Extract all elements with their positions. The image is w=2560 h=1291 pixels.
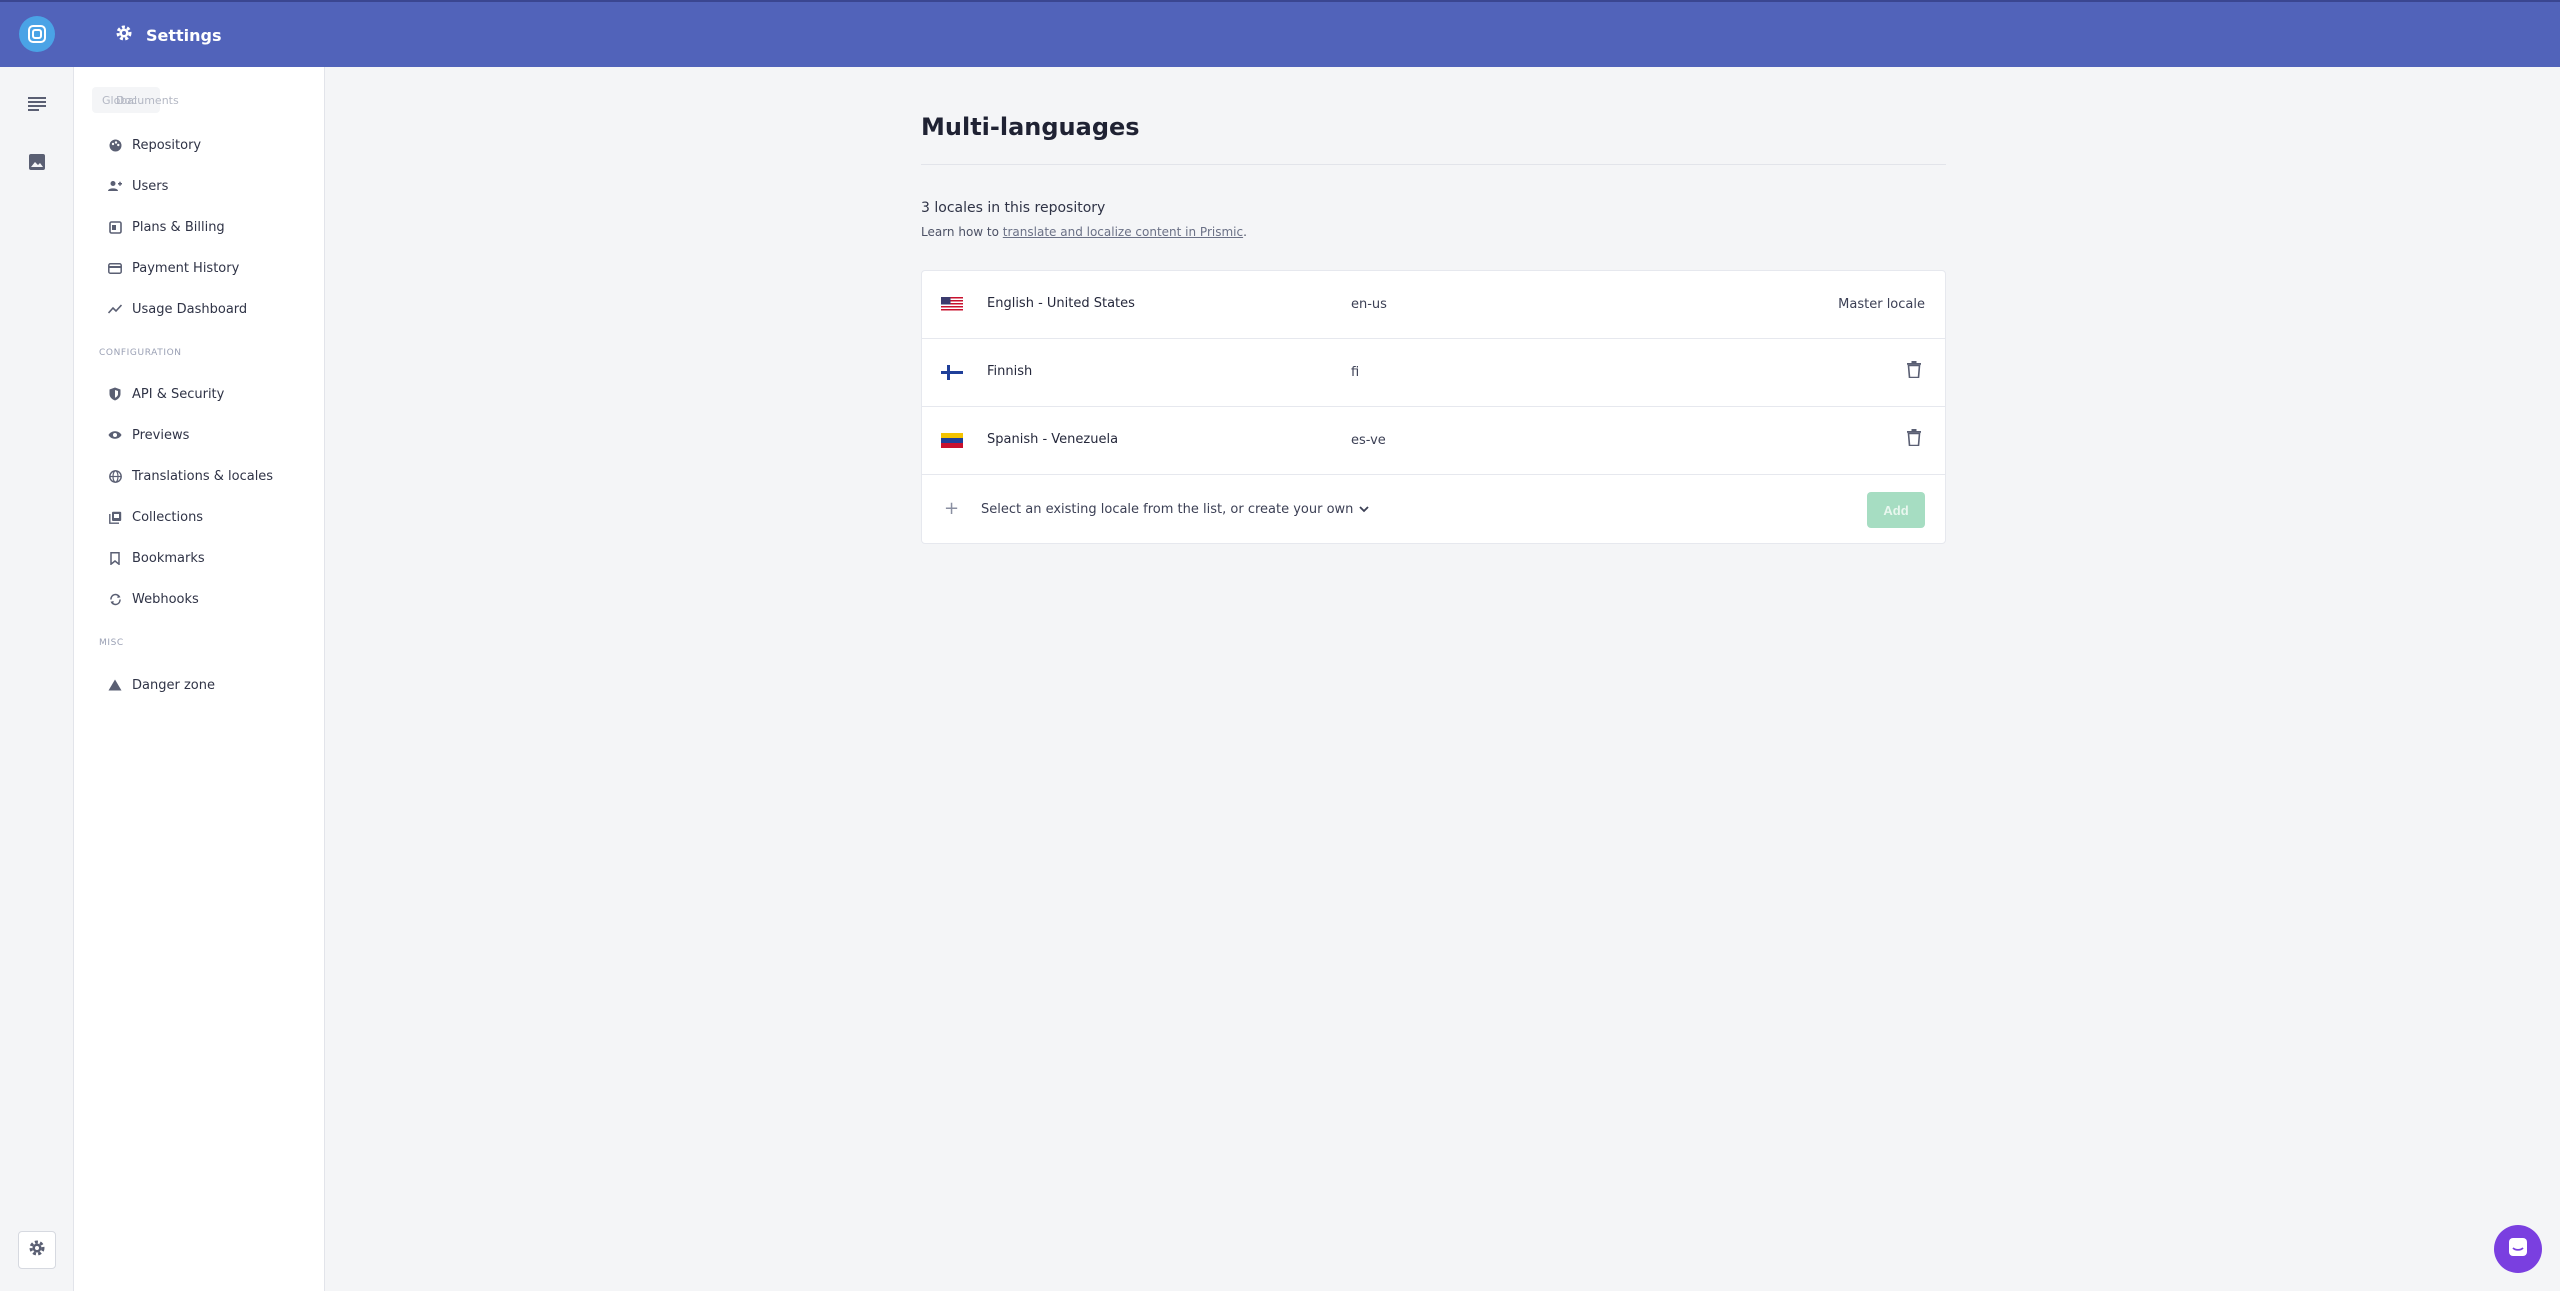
left-rail <box>0 67 74 1291</box>
plus-icon: + <box>944 498 960 519</box>
page-title: Multi-languages <box>921 113 1140 141</box>
gear-icon <box>114 23 134 47</box>
documents-tooltip: Global Documents <box>92 87 179 113</box>
learn-link[interactable]: translate and localize content in Prismi… <box>1003 225 1243 239</box>
sidebar-item-label: Webhooks <box>132 591 199 607</box>
warning-icon <box>108 678 122 692</box>
chevron-down-icon <box>1359 502 1370 517</box>
sidebar-item-label: Usage Dashboard <box>132 301 248 317</box>
sidebar-item-repository[interactable]: Repository <box>108 135 201 155</box>
sidebar-item-label: Users <box>132 178 169 194</box>
sidebar-item-label: Collections <box>132 509 204 525</box>
us-flag-icon <box>941 297 963 312</box>
collections-icon <box>108 510 122 524</box>
users-icon <box>108 179 122 193</box>
finland-flag-icon <box>941 365 963 380</box>
sidebar-item-danger-zone[interactable]: Danger zone <box>108 675 215 695</box>
locales-card: English - United States en-us Master loc… <box>921 270 1946 544</box>
locale-name: English - United States <box>987 296 1135 311</box>
media-image-icon[interactable] <box>26 151 48 173</box>
title-divider <box>921 164 1946 165</box>
locale-row: Spanish - Venezuela es-ve <box>922 407 1945 475</box>
sidebar-item-label: Repository <box>132 137 202 153</box>
chat-launcher-button[interactable] <box>2494 1225 2542 1273</box>
sidebar-item-previews[interactable]: Previews <box>108 425 189 445</box>
locale-code: fi <box>1351 365 1360 380</box>
venezuela-flag-icon <box>941 433 963 448</box>
sidebar-item-collections[interactable]: Collections <box>108 507 203 527</box>
chart-line-icon <box>108 302 122 316</box>
sidebar-item-usage-dashboard[interactable]: Usage Dashboard <box>108 299 247 319</box>
chat-icon <box>2508 1237 2528 1261</box>
sidebar-item-label: Danger zone <box>132 677 215 693</box>
sidebar-item-label: Payment History <box>132 260 240 276</box>
prismic-logo-icon[interactable] <box>19 16 55 52</box>
locale-select-dropdown[interactable]: Select an existing locale from the list,… <box>981 502 1370 517</box>
sidebar-item-webhooks[interactable]: Webhooks <box>108 589 199 609</box>
section-label-configuration: CONFIGURATION <box>99 348 182 358</box>
sidebar-item-api-security[interactable]: API & Security <box>108 384 224 404</box>
trash-icon[interactable] <box>1907 361 1923 379</box>
sidebar-item-label: Translations & locales <box>132 468 274 484</box>
sidebar-item-bookmarks[interactable]: Bookmarks <box>108 548 205 568</box>
add-locale-button[interactable]: Add <box>1867 492 1925 528</box>
card-icon <box>108 261 122 275</box>
billing-icon <box>108 220 122 234</box>
learn-text: Learn how to translate and localize cont… <box>921 225 1247 239</box>
bookmark-icon <box>108 551 122 565</box>
sidebar-item-translations-locales[interactable]: Translations & locales <box>108 466 273 486</box>
top-bar: Settings <box>0 0 2560 67</box>
documents-list-icon[interactable] <box>26 93 48 115</box>
settings-sidebar: Global Documents Repository Users Plans … <box>74 67 325 1291</box>
locale-row: Finnish fi <box>922 339 1945 407</box>
settings-gear-button[interactable] <box>18 1231 56 1269</box>
locale-count: 3 locales in this repository <box>921 200 1106 216</box>
globe-icon <box>108 469 122 483</box>
locale-name: Spanish - Venezuela <box>987 432 1119 447</box>
add-locale-row: + Select an existing locale from the lis… <box>922 475 1945 545</box>
header-title: Settings <box>146 25 222 45</box>
palette-icon <box>108 138 122 152</box>
trash-icon[interactable] <box>1907 429 1923 447</box>
sidebar-item-label: Bookmarks <box>132 550 205 566</box>
section-label-misc: MISC <box>99 638 124 648</box>
shield-icon <box>108 387 122 401</box>
sidebar-item-payment-history[interactable]: Payment History <box>108 258 239 278</box>
sync-icon <box>108 592 122 606</box>
locale-row: English - United States en-us Master loc… <box>922 271 1945 339</box>
sidebar-item-plans-billing[interactable]: Plans & Billing <box>108 217 225 237</box>
master-locale-label: Master locale <box>1838 297 1925 312</box>
sidebar-item-label: API & Security <box>132 386 225 402</box>
page-header: Settings <box>114 23 222 47</box>
locale-code: es-ve <box>1351 433 1386 448</box>
sidebar-item-users[interactable]: Users <box>108 176 168 196</box>
eye-icon <box>108 428 122 442</box>
locale-name: Finnish <box>987 364 1033 379</box>
sidebar-item-label: Previews <box>132 427 190 443</box>
sidebar-item-label: Plans & Billing <box>132 219 225 235</box>
gear-icon <box>27 1238 47 1262</box>
locale-code: en-us <box>1351 297 1387 312</box>
